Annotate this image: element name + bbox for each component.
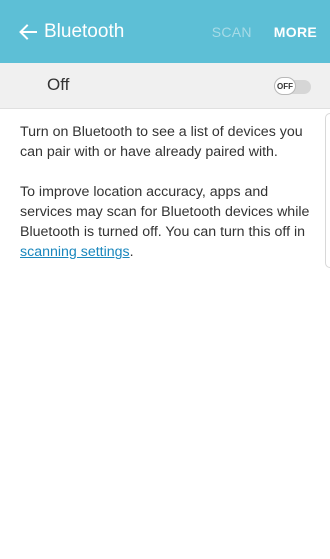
scroll-indicator	[325, 113, 330, 268]
page-title: Bluetooth	[44, 20, 125, 42]
scan-button[interactable]: SCAN	[212, 24, 252, 40]
bluetooth-info-text: Turn on Bluetooth to see a list of devic…	[20, 124, 303, 160]
arrow-left-icon	[19, 23, 37, 40]
bluetooth-info-content: Turn on Bluetooth to see a list of devic…	[20, 122, 322, 262]
bluetooth-state-label: Off	[47, 75, 70, 94]
scanning-info-text: To improve location accuracy, apps and s…	[20, 182, 322, 262]
toggle-knob: OFF	[274, 77, 296, 95]
scanning-info-period: .	[129, 244, 134, 260]
scanning-info-body: To improve location accuracy, apps and s…	[20, 184, 310, 240]
bluetooth-master-switch-row[interactable]: Off OFF	[0, 63, 330, 109]
bluetooth-toggle[interactable]: OFF	[274, 77, 311, 95]
more-button[interactable]: MORE	[274, 24, 317, 40]
scanning-settings-link[interactable]: scanning settings	[20, 244, 130, 260]
app-bar: Bluetooth SCAN MORE	[0, 0, 330, 63]
